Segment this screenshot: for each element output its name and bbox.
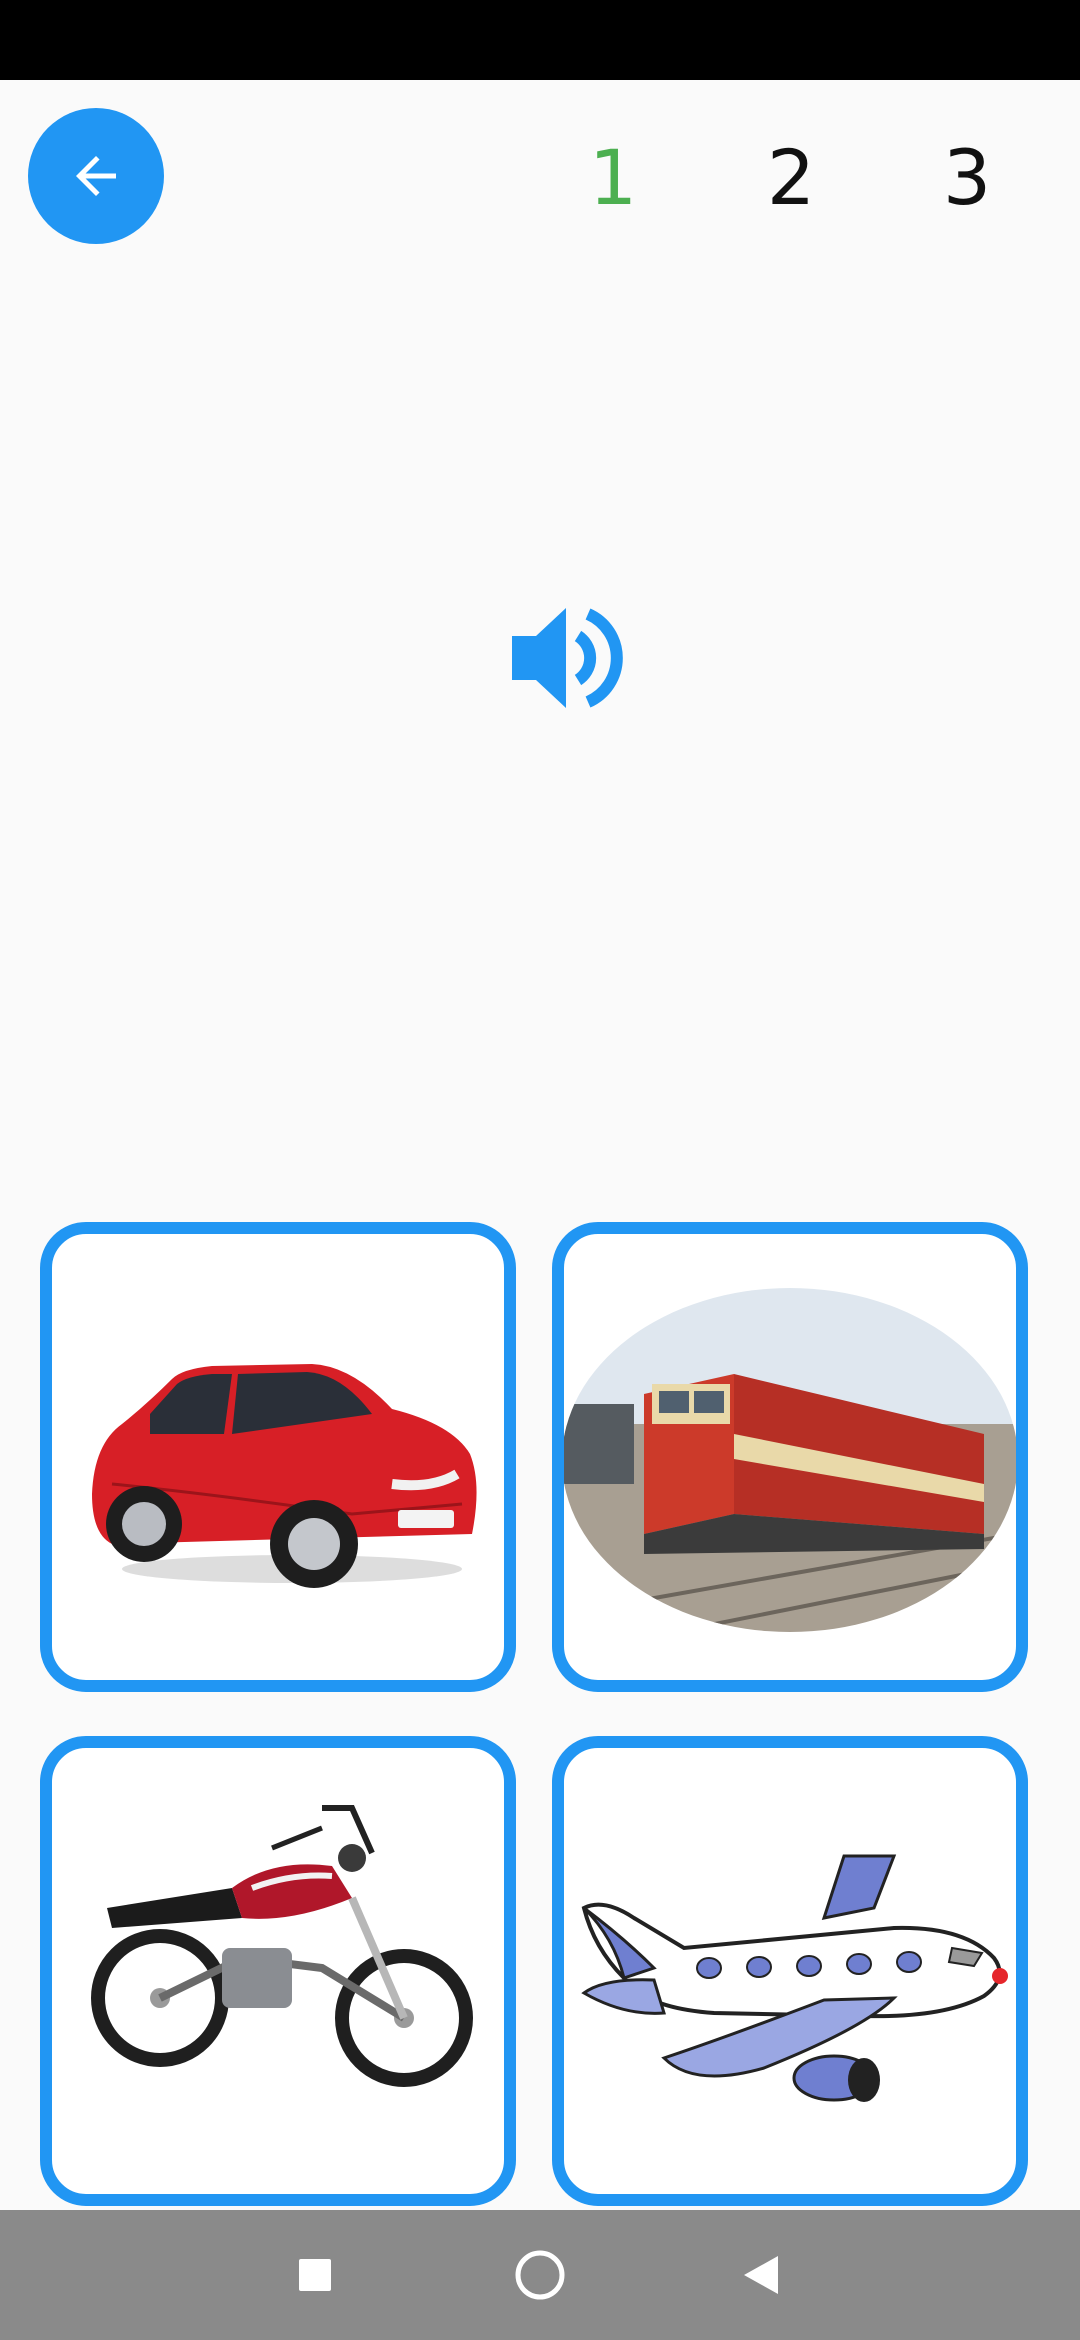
choice-card-train[interactable] bbox=[552, 1222, 1028, 1692]
choice-card-airplane[interactable] bbox=[552, 1736, 1028, 2206]
status-bar bbox=[0, 0, 1080, 80]
system-back-button[interactable] bbox=[724, 2238, 798, 2312]
speaker-icon bbox=[512, 608, 623, 708]
recent-apps-button[interactable] bbox=[278, 2238, 352, 2312]
system-navigation-bar bbox=[0, 2210, 1080, 2340]
choice-card-motorcycle[interactable] bbox=[40, 1736, 516, 2206]
red-car-image bbox=[92, 1364, 477, 1588]
home-icon bbox=[515, 2250, 565, 2300]
step-3: 3 bbox=[942, 133, 992, 222]
play-sound-button[interactable] bbox=[506, 600, 626, 716]
step-1: 1 bbox=[588, 133, 638, 222]
recent-apps-icon bbox=[299, 2259, 331, 2291]
train-image bbox=[564, 1288, 1016, 1632]
airplane-image bbox=[581, 1854, 1008, 2102]
choice-card-car[interactable] bbox=[40, 1222, 516, 1692]
back-icon bbox=[744, 2256, 778, 2294]
step-2: 2 bbox=[766, 133, 816, 222]
motorcycle-image bbox=[91, 1805, 473, 2087]
home-button[interactable] bbox=[503, 2238, 577, 2312]
step-indicator: 1 2 3 bbox=[0, 118, 1080, 238]
